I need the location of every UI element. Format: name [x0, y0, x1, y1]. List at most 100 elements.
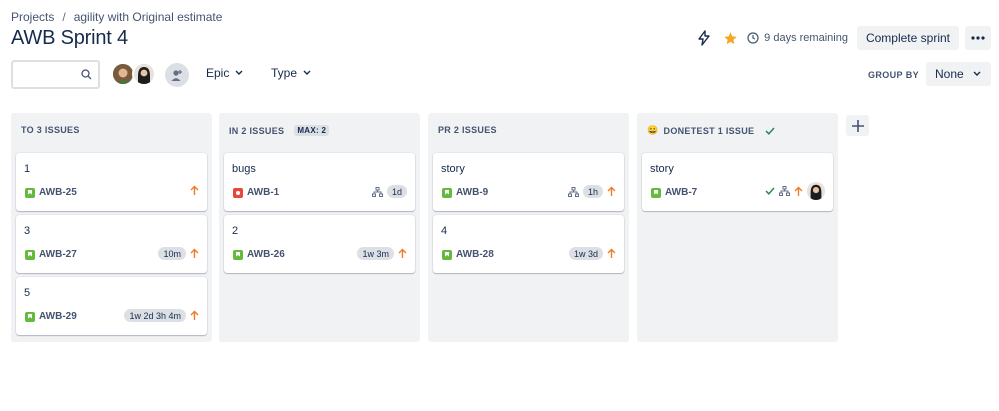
hierarchy-icon — [779, 186, 790, 196]
column-title: IN 2 ISSUES — [229, 125, 285, 136]
epic-filter[interactable]: Epic — [206, 66, 243, 80]
breadcrumb-projects-link[interactable]: Projects — [11, 10, 54, 24]
priority-high-icon — [607, 248, 616, 258]
clock-icon — [747, 32, 759, 44]
card-title: story — [650, 163, 674, 175]
card-meta — [765, 182, 825, 200]
card-key[interactable]: AWB-28 — [442, 249, 494, 260]
card-meta: 1w 3d — [568, 247, 616, 260]
issue-key: AWB-25 — [39, 187, 77, 198]
type-filter[interactable]: Type — [271, 66, 311, 80]
estimate-badge: 10m — [158, 247, 186, 260]
issue-card[interactable]: 5 AWB-29 1w 2d 3h 4m — [16, 277, 207, 335]
issue-key: AWB-7 — [665, 187, 698, 198]
board-column: 😀 DONETEST 1 ISSUE story AWB-7 — [637, 113, 838, 342]
hierarchy-icon — [567, 186, 579, 197]
column-header: 😀 DONETEST 1 ISSUE — [647, 125, 775, 136]
priority-high-icon — [398, 248, 407, 258]
issue-key: AWB-29 — [39, 311, 77, 322]
card-meta: 1d — [371, 185, 407, 198]
card-title: 1 — [24, 163, 31, 175]
column-header: IN 2 ISSUES MAX: 2 — [229, 125, 330, 136]
group-by-select[interactable]: None — [926, 62, 991, 86]
card-meta: 1w 3m — [357, 247, 407, 260]
star-icon[interactable] — [719, 27, 741, 49]
card-key[interactable]: AWB-1 — [233, 187, 279, 198]
complete-sprint-button[interactable]: Complete sprint — [856, 26, 959, 50]
board-column: PR 2 ISSUES story AWB-9 1h 4 AWB-28 1w 3… — [428, 113, 629, 342]
add-people-icon[interactable] — [165, 63, 189, 87]
column-title: DONETEST 1 ISSUE — [663, 125, 755, 136]
search-box — [11, 60, 100, 89]
issue-card[interactable]: story AWB-9 1h — [433, 153, 624, 211]
card-title: bugs — [232, 163, 256, 175]
card-meta: 1h — [567, 185, 616, 198]
column-title: PR 2 ISSUES — [438, 125, 497, 135]
done-check-icon — [765, 127, 775, 135]
story-icon — [25, 249, 35, 260]
card-title: 5 — [24, 287, 31, 299]
card-meta — [190, 185, 199, 196]
done-check-icon — [765, 187, 775, 195]
search-icon[interactable] — [81, 69, 92, 80]
assignee-avatar[interactable] — [807, 182, 825, 200]
card-key[interactable]: AWB-27 — [25, 249, 77, 260]
max-badge: MAX: 2 — [294, 125, 330, 136]
card-key[interactable]: AWB-29 — [25, 311, 77, 322]
issue-card[interactable]: 4 AWB-28 1w 3d — [433, 215, 624, 273]
chevron-down-icon — [973, 71, 981, 76]
issue-card[interactable]: story AWB-7 — [642, 153, 833, 211]
card-title: 3 — [24, 225, 31, 237]
priority-high-icon — [794, 186, 803, 196]
issue-key: AWB-27 — [39, 249, 77, 260]
issue-card[interactable]: bugs AWB-1 1d — [224, 153, 415, 211]
issue-key: AWB-26 — [247, 249, 285, 260]
column-header: TO 3 ISSUES — [21, 125, 80, 135]
story-icon — [25, 311, 35, 322]
add-column-button[interactable] — [846, 115, 869, 136]
board-column: TO 3 ISSUES 1 AWB-25 3 AWB-27 10m 5 AWB-… — [11, 113, 212, 342]
board-toolbar: Epic Type GROUP BY None — [11, 60, 991, 90]
page-title: AWB Sprint 4 — [11, 27, 128, 49]
issue-key: AWB-1 — [247, 187, 280, 198]
bug-icon — [233, 187, 243, 198]
more-icon[interactable] — [965, 26, 991, 50]
issue-card[interactable]: 1 AWB-25 — [16, 153, 207, 211]
automation-bolt-icon[interactable] — [693, 27, 715, 49]
story-icon — [25, 187, 35, 198]
card-key[interactable]: AWB-9 — [442, 187, 488, 198]
card-key[interactable]: AWB-7 — [651, 187, 697, 198]
issue-card[interactable]: 3 AWB-27 10m — [16, 215, 207, 273]
breadcrumb-separator: / — [62, 10, 66, 24]
type-filter-label: Type — [271, 66, 298, 80]
column-emoji: 😀 — [647, 125, 659, 135]
board-column: IN 2 ISSUES MAX: 2 bugs AWB-1 1d 2 AWB-2… — [219, 113, 420, 342]
issue-card[interactable]: 2 AWB-26 1w 3m — [224, 215, 415, 273]
chevron-down-icon — [303, 70, 311, 75]
hierarchy-icon — [371, 186, 383, 197]
story-icon — [442, 249, 452, 260]
avatar[interactable] — [132, 62, 156, 86]
column-header: PR 2 ISSUES — [438, 125, 497, 135]
card-key[interactable]: AWB-26 — [233, 249, 285, 260]
card-key[interactable]: AWB-25 — [25, 187, 77, 198]
sprint-actions: 9 days remaining Complete sprint — [693, 26, 991, 50]
issue-key: AWB-28 — [456, 249, 494, 260]
story-icon — [233, 249, 243, 260]
time-remaining: 9 days remaining — [747, 32, 848, 44]
card-meta: 1w 2d 3h 4m — [124, 309, 199, 322]
group-by-value: None — [935, 67, 964, 81]
estimate-badge: 1d — [386, 185, 407, 198]
estimate-badge: 1h — [582, 185, 603, 198]
epic-filter-label: Epic — [206, 66, 230, 80]
breadcrumb-board-link[interactable]: agility with Original estimate — [74, 10, 223, 24]
group-by-label: GROUP BY — [867, 70, 919, 80]
search-input[interactable] — [19, 62, 79, 87]
story-icon — [651, 187, 661, 198]
card-meta: 10m — [158, 247, 199, 260]
chevron-down-icon — [235, 70, 243, 75]
estimate-badge: 1w 3d — [568, 247, 603, 260]
card-title: 2 — [232, 225, 239, 237]
priority-high-icon — [190, 248, 199, 258]
priority-high-icon — [607, 186, 616, 196]
